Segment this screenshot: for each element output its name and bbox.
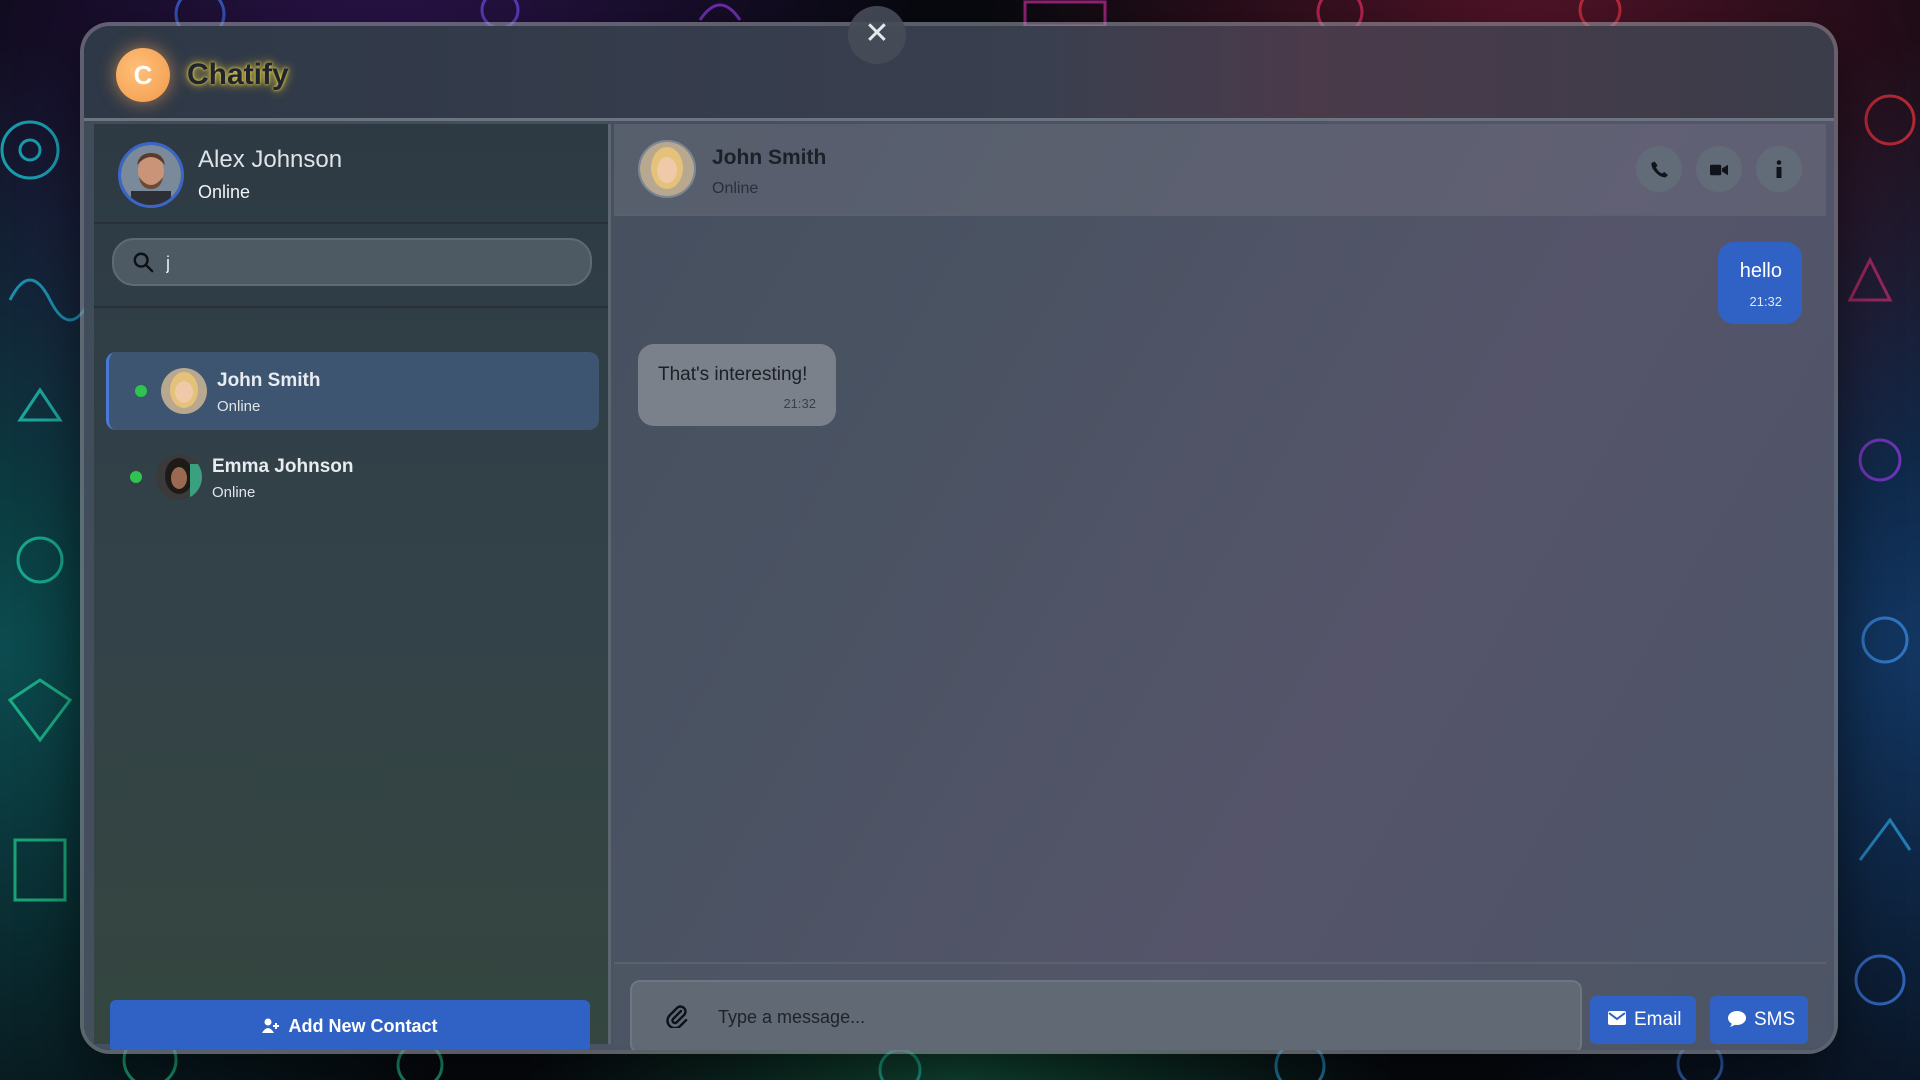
send-sms-button[interactable]: SMS	[1710, 996, 1808, 1044]
chat-header: John Smith Online	[614, 124, 1826, 216]
info-icon	[1776, 160, 1782, 178]
sms-label: SMS	[1754, 1009, 1796, 1030]
video-icon	[1710, 164, 1728, 176]
current-user-panel: Alex Johnson Online	[94, 124, 608, 224]
add-user-icon	[262, 1018, 280, 1033]
contact-name: John Smith	[217, 370, 321, 391]
chat-contact-name: John Smith	[712, 146, 827, 169]
message-text: That's interesting!	[658, 364, 808, 385]
contact-item-john-smith[interactable]: John Smith Online	[106, 352, 599, 430]
current-user-avatar[interactable]	[118, 142, 184, 208]
phone-icon	[1651, 161, 1668, 178]
online-indicator	[130, 471, 142, 483]
search-input[interactable]	[164, 246, 568, 280]
close-button[interactable]: ✕	[848, 6, 906, 64]
add-new-contact-button[interactable]: Add New Contact	[110, 1000, 590, 1050]
message-input[interactable]	[716, 1000, 1540, 1034]
info-button[interactable]	[1756, 146, 1802, 192]
contact-status: Online	[217, 398, 261, 415]
search-box[interactable]	[112, 238, 592, 286]
current-user-status: Online	[198, 182, 251, 202]
chat-panel: John Smith Online hello 21:32 That's int…	[614, 124, 1826, 1050]
sidebar: Alex Johnson Online John Smith	[94, 124, 611, 1050]
message-outgoing: hello 21:32	[1718, 242, 1802, 324]
contact-avatar	[156, 454, 202, 500]
message-text: hello	[1739, 260, 1782, 282]
contact-name: Emma Johnson	[212, 456, 354, 477]
chat-contact-status: Online	[712, 180, 759, 197]
contact-item-emma-johnson[interactable]: Emma Johnson Online	[106, 438, 596, 516]
app-logo: C	[116, 48, 170, 102]
send-email-button[interactable]: Email	[1590, 996, 1696, 1044]
envelope-icon	[1608, 1011, 1626, 1025]
title-bar: C Chatify	[84, 26, 1834, 121]
message-time: 21:32	[1749, 294, 1782, 309]
chat-contact-avatar[interactable]	[638, 140, 696, 198]
message-time: 21:32	[783, 396, 816, 411]
email-label: Email	[1634, 1009, 1682, 1030]
current-user-name: Alex Johnson	[198, 146, 343, 173]
app-name: Chatify	[187, 58, 289, 91]
search-section	[94, 222, 608, 308]
paperclip-icon[interactable]	[664, 1004, 688, 1028]
contact-status: Online	[212, 484, 256, 501]
chat-bubble-icon	[1728, 1011, 1746, 1027]
search-icon	[133, 252, 154, 273]
message-composer: Email SMS	[614, 962, 1826, 1050]
call-button[interactable]	[1636, 146, 1682, 192]
online-indicator	[135, 385, 147, 397]
message-input-box[interactable]	[630, 980, 1582, 1050]
message-incoming: That's interesting! 21:32	[638, 344, 836, 426]
contact-avatar	[161, 368, 207, 414]
chat-app-window: C Chatify Alex Johnson Online j John Smi…	[84, 26, 1834, 1050]
video-call-button[interactable]	[1696, 146, 1742, 192]
add-new-contact-label: Add New Contact	[288, 1016, 438, 1036]
